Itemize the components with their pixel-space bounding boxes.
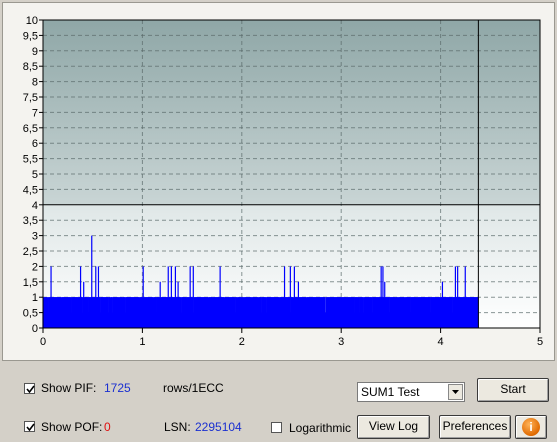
pif-value: 1725	[104, 381, 131, 395]
x-tick-label: 5	[537, 336, 543, 348]
show-pif-checkbox[interactable]	[24, 383, 35, 394]
y-tick-label: 5,5	[23, 154, 38, 166]
info-button[interactable]: i	[515, 415, 547, 439]
y-tick-label: 4	[32, 200, 38, 212]
y-tick-label: 1,5	[23, 277, 38, 289]
pif-chart: 109,598,587,576,565,554,543,532,521,510,…	[23, 15, 543, 348]
y-tick-label: 6,5	[23, 123, 38, 135]
logarithmic-checkbox[interactable]	[271, 422, 282, 433]
logarithmic-label: Logarithmic	[289, 421, 352, 435]
y-tick-label: 4,5	[23, 184, 38, 196]
y-tick-label: 7,5	[23, 92, 38, 104]
lsn-value: 2295104	[195, 420, 242, 434]
show-pof-label: Show POF:	[41, 420, 103, 434]
y-tick-label: 9,5	[23, 30, 38, 42]
start-button[interactable]: Start	[477, 378, 549, 402]
y-tick-label: 0,5	[23, 308, 38, 320]
y-tick-label: 0	[32, 323, 38, 335]
x-tick-label: 0	[40, 336, 46, 348]
show-pof-checkbox[interactable]	[24, 421, 35, 432]
x-tick-label: 4	[438, 336, 444, 348]
y-tick-label: 10	[26, 15, 38, 27]
chart-panel: 10 9,5 9 8,5 8 7,5 7 6,5 6 5,5 5 4,5 4 3,5 3 2,5 2 1,5 1 0,…	[2, 2, 555, 361]
x-tick-label: 1	[139, 336, 145, 348]
y-tick-label: 6	[32, 138, 38, 150]
y-tick-label: 9	[32, 46, 38, 58]
y-tick-label: 3	[32, 231, 38, 243]
show-pif-label: Show PIF:	[41, 381, 97, 395]
view-log-button[interactable]: View Log	[357, 415, 430, 439]
test-select[interactable]: SUM1 Test	[357, 382, 465, 402]
y-tick-label: 7	[32, 107, 38, 119]
chevron-down-icon[interactable]	[448, 384, 463, 400]
lsn-label: LSN:	[164, 420, 191, 434]
y-tick-label: 1	[32, 292, 38, 304]
controls-panel: Show PIF: 1725 rows/1ECC SUM1 Test Start…	[0, 365, 557, 442]
y-tick-label: 2	[32, 261, 38, 273]
test-select-value: SUM1 Test	[361, 385, 420, 399]
preferences-button[interactable]: Preferences	[439, 415, 511, 439]
y-tick-label: 8	[32, 77, 38, 89]
x-tick-label: 2	[239, 336, 245, 348]
x-tick-label: 3	[338, 336, 344, 348]
pof-value: 0	[104, 420, 111, 434]
y-tick-label: 3,5	[23, 215, 38, 227]
y-tick-label: 2,5	[23, 246, 38, 258]
y-tick-label: 8,5	[23, 61, 38, 73]
info-icon: i	[522, 418, 540, 436]
pif-unit: rows/1ECC	[163, 381, 224, 395]
y-tick-label: 5	[32, 169, 38, 181]
